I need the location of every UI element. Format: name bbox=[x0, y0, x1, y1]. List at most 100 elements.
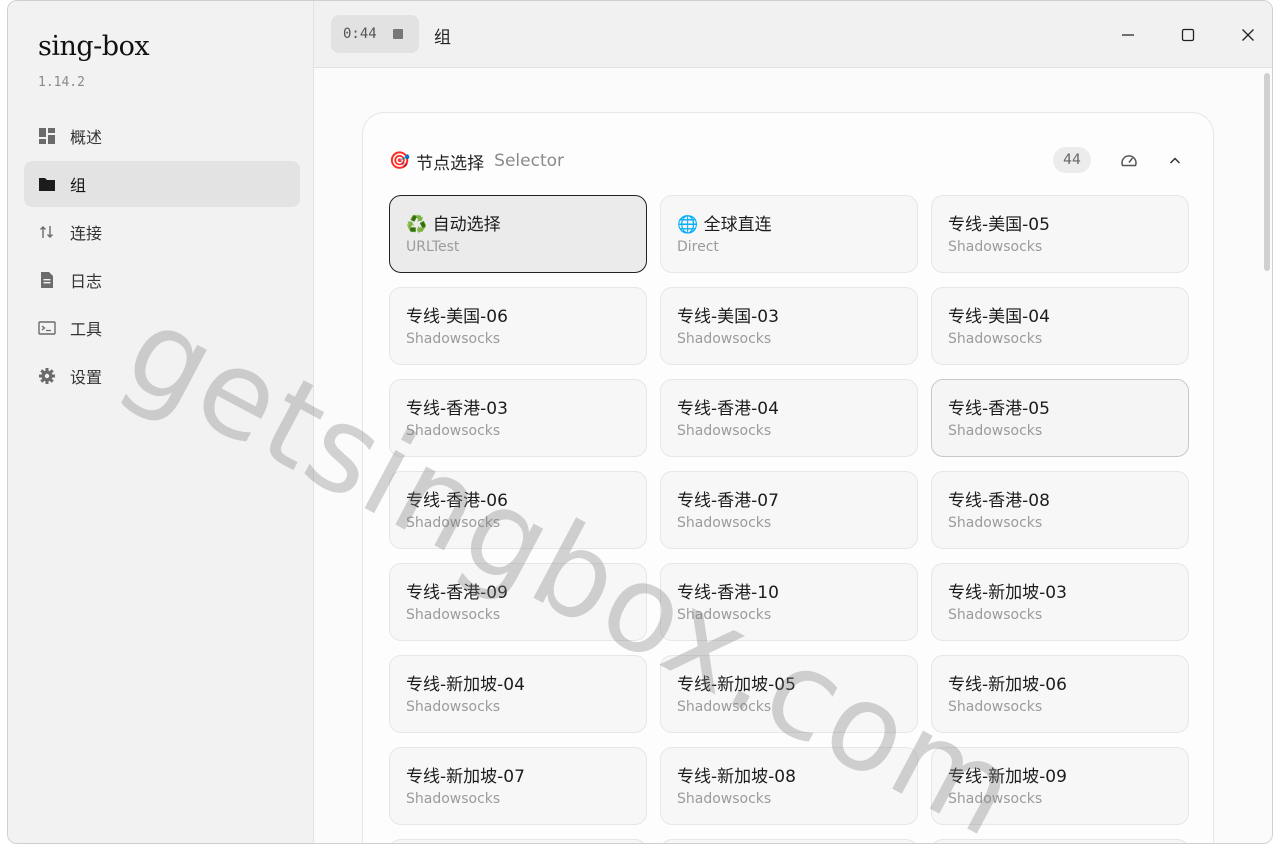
node-card[interactable]: 专线-香港-05 Shadowsocks bbox=[931, 379, 1189, 457]
uptime-timer[interactable]: 0:44 bbox=[331, 15, 419, 53]
sidebar-item-label: 日志 bbox=[70, 272, 103, 291]
node-title: 专线-新加坡-05 bbox=[677, 675, 796, 695]
group-card: 🎯 节点选择 Selector 44 ♻️ 自动选择 URLTest 🌐 全球直连… bbox=[362, 112, 1214, 843]
chevron-up-icon bbox=[1169, 157, 1181, 164]
document-icon bbox=[38, 271, 56, 289]
url-test-button[interactable] bbox=[1115, 147, 1143, 175]
terminal-icon bbox=[38, 319, 56, 337]
minimize-button[interactable] bbox=[1111, 18, 1145, 52]
node-title: 专线-香港-04 bbox=[677, 399, 779, 419]
maximize-icon bbox=[1181, 28, 1195, 42]
node-card[interactable]: 专线-美国-03 Shadowsocks bbox=[660, 287, 918, 365]
node-title: 专线-新加坡-08 bbox=[677, 767, 796, 787]
node-type: Shadowsocks bbox=[948, 791, 1043, 807]
node-card[interactable]: 专线-香港-10 Shadowsocks bbox=[660, 563, 918, 641]
node-type: Shadowsocks bbox=[406, 607, 501, 623]
group-type: Selector bbox=[494, 151, 565, 171]
node-card[interactable]: 专线-新加坡-09 Shadowsocks bbox=[931, 747, 1189, 825]
node-count-badge: 44 bbox=[1053, 147, 1091, 173]
node-type: Shadowsocks bbox=[948, 515, 1043, 531]
node-type: Shadowsocks bbox=[406, 791, 501, 807]
app-version: 1.14.2 bbox=[38, 75, 85, 90]
node-title: 专线-新加坡-07 bbox=[406, 767, 525, 787]
node-card[interactable]: 专线-新加坡-04 Shadowsocks bbox=[389, 655, 647, 733]
group-header: 🎯 节点选择 Selector 44 bbox=[389, 147, 1193, 175]
node-card[interactable]: 专线-香港-06 Shadowsocks bbox=[389, 471, 647, 549]
sidebar-item-overview[interactable]: 概述 bbox=[24, 113, 300, 159]
node-type: Shadowsocks bbox=[677, 515, 772, 531]
node-type: Direct bbox=[677, 239, 719, 255]
node-title: 专线-美国-06 bbox=[406, 307, 508, 327]
speedometer-icon bbox=[1121, 155, 1137, 167]
node-title: 专线-美国-05 bbox=[948, 215, 1050, 235]
node-card[interactable]: 专线-香港-08 Shadowsocks bbox=[931, 471, 1189, 549]
node-card-partial[interactable] bbox=[389, 839, 647, 843]
node-title: 专线-香港-06 bbox=[406, 491, 508, 511]
collapse-button[interactable] bbox=[1161, 147, 1189, 175]
gear-icon bbox=[38, 367, 56, 385]
node-card[interactable]: 专线-新加坡-05 Shadowsocks bbox=[660, 655, 918, 733]
node-card-partial[interactable] bbox=[931, 839, 1189, 843]
stop-icon[interactable] bbox=[392, 29, 403, 39]
sidebar-nav: 概述 组 连接 日志 工具 设置 bbox=[24, 113, 300, 401]
node-type: Shadowsocks bbox=[406, 423, 501, 439]
sidebar-item-groups[interactable]: 组 bbox=[24, 161, 300, 207]
sidebar-item-settings[interactable]: 设置 bbox=[24, 353, 300, 399]
dashboard-icon bbox=[38, 127, 56, 145]
node-title: 专线-新加坡-03 bbox=[948, 583, 1067, 603]
node-card[interactable]: 专线-美国-05 Shadowsocks bbox=[931, 195, 1189, 273]
content-scroll[interactable]: 🎯 节点选择 Selector 44 ♻️ 自动选择 URLTest 🌐 全球直连… bbox=[314, 68, 1272, 843]
node-type: URLTest bbox=[406, 239, 460, 255]
node-card[interactable]: 专线-香港-07 Shadowsocks bbox=[660, 471, 918, 549]
node-title: 🌐 全球直连 bbox=[677, 215, 772, 235]
close-button[interactable] bbox=[1231, 18, 1265, 52]
node-type: Shadowsocks bbox=[406, 515, 501, 531]
node-title: ♻️ 自动选择 bbox=[406, 215, 501, 235]
node-title: 专线-香港-03 bbox=[406, 399, 508, 419]
node-type: Shadowsocks bbox=[948, 239, 1043, 255]
app-window: sing-box 1.14.2 概述 组 连接 日志 工具 设置 0:44 组 … bbox=[7, 0, 1273, 844]
node-title: 专线-香港-05 bbox=[948, 399, 1050, 419]
target-icon: 🎯 bbox=[389, 151, 411, 171]
node-card[interactable]: 专线-新加坡-03 Shadowsocks bbox=[931, 563, 1189, 641]
sidebar-item-label: 概述 bbox=[70, 128, 103, 147]
node-title: 专线-美国-03 bbox=[677, 307, 779, 327]
group-name: 节点选择 bbox=[416, 153, 485, 174]
maximize-button[interactable] bbox=[1171, 18, 1205, 52]
node-type: Shadowsocks bbox=[948, 423, 1043, 439]
node-type: Shadowsocks bbox=[948, 607, 1043, 623]
swap-vertical-icon bbox=[38, 223, 56, 241]
sidebar-item-connections[interactable]: 连接 bbox=[24, 209, 300, 255]
node-type: Shadowsocks bbox=[406, 331, 501, 347]
node-type: Shadowsocks bbox=[677, 423, 772, 439]
scrollbar-thumb[interactable] bbox=[1264, 73, 1270, 271]
node-type: Shadowsocks bbox=[948, 699, 1043, 715]
sidebar: sing-box 1.14.2 概述 组 连接 日志 工具 设置 bbox=[8, 1, 314, 843]
node-card[interactable]: 专线-香港-04 Shadowsocks bbox=[660, 379, 918, 457]
node-card[interactable]: 专线-新加坡-08 Shadowsocks bbox=[660, 747, 918, 825]
node-card[interactable]: 专线-新加坡-06 Shadowsocks bbox=[931, 655, 1189, 733]
node-title: 专线-新加坡-06 bbox=[948, 675, 1067, 695]
sidebar-item-label: 工具 bbox=[70, 320, 103, 339]
node-card[interactable]: 专线-美国-04 Shadowsocks bbox=[931, 287, 1189, 365]
sidebar-item-tools[interactable]: 工具 bbox=[24, 305, 300, 351]
node-type: Shadowsocks bbox=[677, 331, 772, 347]
sidebar-item-label: 设置 bbox=[70, 368, 103, 387]
node-card[interactable]: 专线-美国-06 Shadowsocks bbox=[389, 287, 647, 365]
node-title: 专线-美国-04 bbox=[948, 307, 1050, 327]
node-card[interactable]: 专线-香港-03 Shadowsocks bbox=[389, 379, 647, 457]
node-card-partial[interactable] bbox=[660, 839, 918, 843]
node-card[interactable]: 🌐 全球直连 Direct bbox=[660, 195, 918, 273]
node-title: 专线-新加坡-09 bbox=[948, 767, 1067, 787]
node-card[interactable]: 专线-香港-09 Shadowsocks bbox=[389, 563, 647, 641]
node-title: 专线-香港-07 bbox=[677, 491, 779, 511]
node-card[interactable]: ♻️ 自动选择 URLTest bbox=[389, 195, 647, 273]
node-title: 专线-香港-08 bbox=[948, 491, 1050, 511]
node-type: Shadowsocks bbox=[406, 699, 501, 715]
sidebar-item-label: 连接 bbox=[70, 224, 103, 243]
sidebar-item-logs[interactable]: 日志 bbox=[24, 257, 300, 303]
node-card[interactable]: 专线-新加坡-07 Shadowsocks bbox=[389, 747, 647, 825]
timer-text: 0:44 bbox=[343, 26, 377, 42]
node-type: Shadowsocks bbox=[677, 699, 772, 715]
folder-icon bbox=[38, 175, 56, 193]
